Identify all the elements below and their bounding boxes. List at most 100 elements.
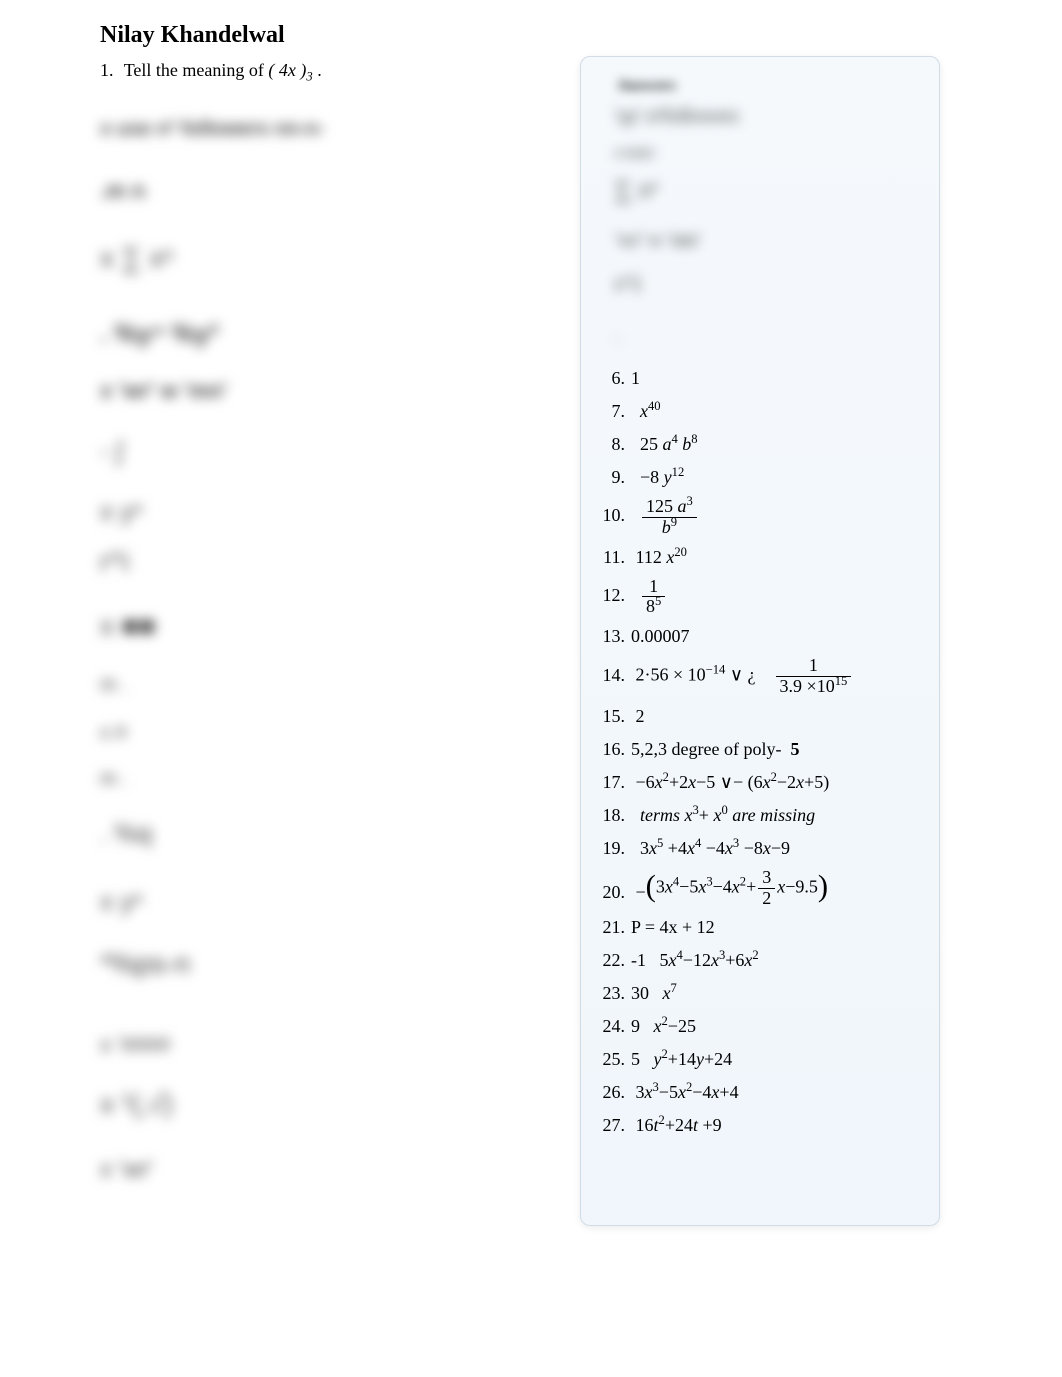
- answer-number: 21.: [601, 914, 631, 941]
- blurred-answer-line: r^i: [615, 271, 925, 311]
- question-expression: ( 4x )3: [268, 60, 312, 80]
- answer-13: 13. 0.00007: [601, 623, 925, 650]
- question-period: .: [317, 60, 322, 80]
- answers-list: 6. 1 7. x40 8. 25 a4 b8 9. −8 y12: [601, 365, 925, 1139]
- answer-value: 0.00007: [631, 623, 925, 650]
- answer-15: 15. 2: [601, 703, 925, 730]
- blurred-question-line: x ∑ xⁿ: [100, 242, 500, 274]
- answer-number: 7.: [601, 398, 631, 425]
- answer-number: 16.: [601, 736, 631, 763]
- answer-16: 16. 5,2,3 degree of poly- 5: [601, 736, 925, 763]
- answer-7: 7. x40: [601, 398, 925, 425]
- answer-number: 25.: [601, 1046, 631, 1073]
- answer-number: 26.: [601, 1079, 631, 1106]
- answer-value: 3x3−5x2−4x+4: [631, 1079, 925, 1106]
- answer-number: 18.: [601, 802, 631, 829]
- blurred-answer-line: .: [615, 323, 925, 353]
- answer-value: 9 x2−25: [631, 1013, 925, 1040]
- answer-9: 9. −8 y12: [601, 464, 925, 491]
- answer-number: 10.: [601, 502, 631, 529]
- answer-value: 30 x7: [631, 980, 925, 1007]
- blurred-answer-line: 'wr' w 'mn': [615, 229, 925, 259]
- answer-value: 125 a3 b9: [631, 497, 925, 538]
- answer-value: 3x5 +4x4 −4x3 −8x−9: [631, 835, 925, 862]
- blurred-question-line: m .: [100, 768, 500, 791]
- answer-20: 20. −( 3x4−5x3−4x2+32x−9.5 ): [601, 868, 925, 909]
- answer-8: 8. 25 a4 b8: [601, 431, 925, 458]
- answer-number: 6.: [601, 365, 631, 392]
- answer-value: -1 5x4−12x3+6x2: [631, 947, 925, 974]
- blurred-question-line: x #: [100, 722, 500, 745]
- blurred-question-line: x yⁿ: [100, 886, 500, 917]
- answer-24: 24. 9 x2−25: [601, 1013, 925, 1040]
- answer-value: 16t2+24t +9: [631, 1112, 925, 1139]
- blurred-question-line: m .: [100, 674, 500, 697]
- answer-value: −8 y12: [631, 464, 925, 491]
- answer-number: 12.: [601, 582, 631, 609]
- answer-12: 12. 1 85: [601, 577, 925, 618]
- blurred-question-line: x '####: [100, 1032, 500, 1058]
- answer-number: 20.: [601, 879, 631, 906]
- answer-number: 11.: [601, 544, 631, 571]
- answer-value: terms x3+ x0 are missing: [631, 802, 925, 829]
- question-number: 1.: [100, 60, 114, 80]
- answer-11: 11. 112 x20: [601, 544, 925, 571]
- blurred-question-line: . %q: [100, 818, 500, 849]
- answer-6: 6. 1: [601, 365, 925, 392]
- answer-number: 15.: [601, 703, 631, 730]
- blurred-question-line: x yⁿ: [100, 496, 500, 527]
- question-text: Tell the meaning of: [124, 60, 264, 80]
- page-corner-fade: [972, 1287, 1062, 1377]
- answer-10: 10. 125 a3 b9: [601, 497, 925, 538]
- blurred-answer-line: # ####: [615, 147, 925, 165]
- answer-value: 1 85: [631, 577, 925, 618]
- answer-number: 27.: [601, 1112, 631, 1139]
- answer-number: 9.: [601, 464, 631, 491]
- answer-21: 21. P = 4x + 12: [601, 914, 925, 941]
- author-name: Nilay Khandelwal: [100, 22, 285, 49]
- blurred-question-line: x 'wr' w 'mn': [100, 378, 500, 404]
- answer-22: 22. -1 5x4−12x3+6x2: [601, 947, 925, 974]
- blurred-question-line: .m n: [100, 178, 500, 204]
- answer-number: 8.: [601, 431, 631, 458]
- answer-27: 27. 16t2+24t +9: [601, 1112, 925, 1139]
- answer-value: 2: [631, 703, 925, 730]
- blurred-answer-line: ∑ xⁿ: [615, 177, 925, 217]
- blurred-question-line: x ¹(,√): [100, 1088, 500, 1120]
- answer-14: 14. 2·56 × 10−14 ∨ ¿ 1 3.9 ×1015: [601, 656, 925, 697]
- question-1: 1. Tell the meaning of ( 4x )3 .: [100, 60, 322, 81]
- answer-value: 5 y2+14y+24: [631, 1046, 925, 1073]
- answer-19: 19. 3x5 +4x4 −4x3 −8x−9: [601, 835, 925, 862]
- answer-26: 26. 3x3−5x2−4x+4: [601, 1079, 925, 1106]
- answer-value: 112 x20: [631, 544, 925, 571]
- answer-number: 23.: [601, 980, 631, 1007]
- answer-18: 18. terms x3+ x0 are missing: [601, 802, 925, 829]
- blurred-question-line: r^i: [100, 546, 500, 578]
- blurred-question-line: - ∫: [100, 436, 500, 467]
- answer-number: 17.: [601, 769, 631, 796]
- answer-value: 25 a4 b8: [631, 431, 925, 458]
- blurred-question-line: x 'wr': [100, 1156, 500, 1184]
- answer-number: 14.: [601, 662, 631, 689]
- blurred-question-line: x use n² followers nn-n-: [100, 118, 500, 141]
- blurred-question-line: x ■■: [100, 610, 500, 642]
- answers-panel: Answers 'qx' n²followers # #### ∑ xⁿ 'wr…: [580, 56, 940, 1226]
- answer-value: −( 3x4−5x3−4x2+32x−9.5 ): [631, 868, 925, 909]
- answer-value: −6x2+2x−5 ∨− (6x2−2x+5): [631, 769, 925, 796]
- answer-number: 22.: [601, 947, 631, 974]
- answers-title: Answers: [617, 77, 925, 95]
- answer-number: 19.: [601, 835, 631, 862]
- answer-value: 5,2,3 degree of poly- 5: [631, 736, 925, 763]
- answer-number: 13.: [601, 623, 631, 650]
- answer-value: x40: [631, 398, 925, 425]
- answer-17: 17. −6x2+2x−5 ∨− (6x2−2x+5): [601, 769, 925, 796]
- blurred-question-line: *%ps-n: [100, 948, 500, 980]
- blurred-answer-line: 'qx' n²followers: [615, 105, 925, 135]
- answer-number: 24.: [601, 1013, 631, 1040]
- answer-value: 2·56 × 10−14 ∨ ¿ 1 3.9 ×1015: [631, 656, 925, 697]
- answer-25: 25. 5 y2+14y+24: [601, 1046, 925, 1073]
- answer-value: 1: [631, 365, 925, 392]
- blurred-question-line: . %y⁴ %y³: [100, 318, 500, 349]
- answer-value: P = 4x + 12: [631, 914, 925, 941]
- answer-23: 23. 30 x7: [601, 980, 925, 1007]
